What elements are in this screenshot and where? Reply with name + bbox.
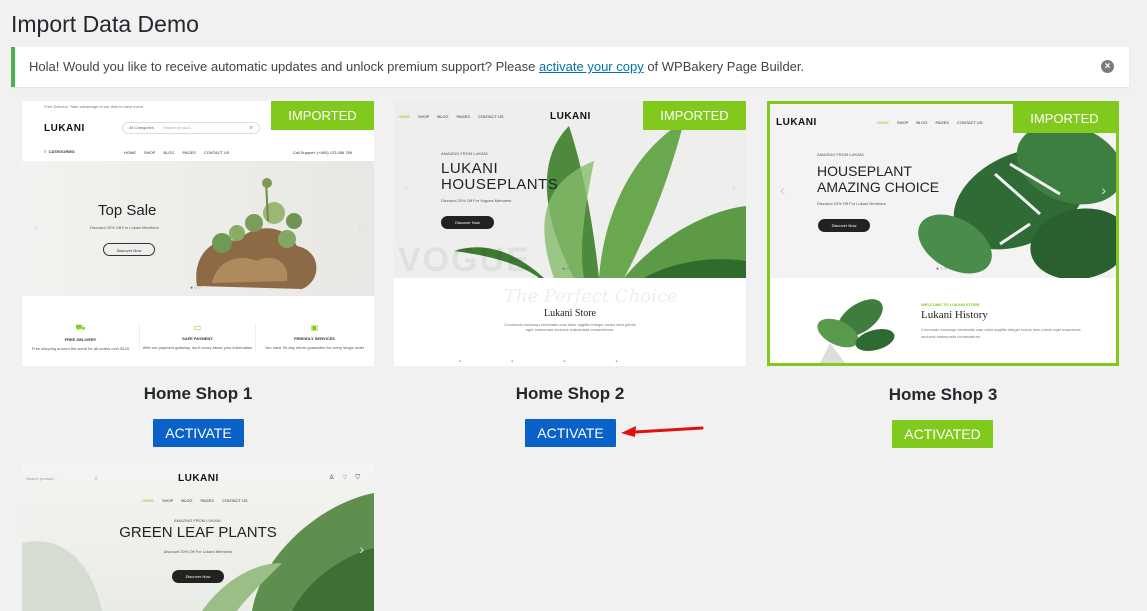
mock-section-title: Lukani Store — [544, 308, 596, 319]
search-icon: ⌕ — [94, 476, 98, 482]
notice-text: Hola! Would you like to receive automati… — [29, 59, 539, 74]
activate-button[interactable]: ACTIVATE — [525, 419, 616, 447]
heart-icon: ♡ — [342, 475, 348, 481]
mock-search-bar: All Categories Search product... ⌕ — [122, 122, 260, 134]
mock-call: Call Support: (+800) 123 456 789 — [292, 150, 352, 155]
slider-dots: ●○○ — [936, 266, 949, 272]
mock-history-section: WELCOME TO LUKANI STORE Lukani History C… — [770, 278, 1116, 363]
mock-script: The Perfect Choice — [504, 286, 678, 307]
mock-features: ⛟ FREE DELIVERY Free shipping around the w… — [22, 311, 374, 366]
mock-hero-line1: LUKANI — [441, 160, 499, 177]
mock-discover-button: Discover Now — [103, 243, 155, 256]
search-icon: ⌕ — [249, 125, 253, 131]
mock-nav: HOME SHOP BLOG PAGES CONTACT US — [142, 498, 248, 503]
activated-button[interactable]: ACTIVATED — [892, 420, 993, 448]
next-arrow-icon: › — [1101, 182, 1106, 198]
activate-copy-link[interactable]: activate your copy — [539, 59, 644, 74]
mock-header-icons: ♙ ♡ ⛉ — [329, 474, 368, 482]
plant-image — [196, 178, 317, 289]
imported-badge: IMPORTED — [271, 101, 374, 130]
next-arrow-icon: › — [357, 218, 362, 234]
mock-discover-button: Discover Now — [818, 219, 870, 232]
demo-thumbnail[interactable]: LUKANI HOME SHOP BLOG PAGES CONTACT US AMAZI… — [767, 101, 1119, 366]
mock-section-text: Commodo sociosqu venenatis cras dolor sa… — [504, 322, 636, 332]
mock-hero-line2: HOUSEPLANTS — [441, 176, 559, 193]
mock-hero-line1: HOUSEPLANT — [817, 163, 912, 179]
mock-nav: HOME SHOP BLOG PAGES CONTACT US — [877, 120, 983, 125]
imported-badge: IMPORTED — [643, 101, 746, 130]
mock-hero-line2: AMAZING CHOICE — [817, 179, 940, 195]
mock-kicker: AMAZING FROM LUKANI — [441, 151, 488, 156]
activate-button[interactable]: ACTIVATE — [153, 419, 244, 447]
mock-feature-icons: ▪▪▪▪ — [459, 359, 668, 365]
mock-hero-title: GREEN LEAF PLANTS — [119, 524, 277, 541]
demo-card-green-leaf: Search product... ⌕ LUKANI ♙ ♡ ⛉ HOME SHOP BL… — [22, 463, 374, 611]
slider-dots: ●○○ — [190, 285, 203, 291]
mock-discover-button: Discover Now — [441, 216, 494, 229]
mock-logo: LUKANI — [776, 117, 817, 128]
mock-categories-label: ≡ CATEGORIES — [44, 149, 75, 154]
card-icon: ▭ — [193, 323, 202, 332]
slider-dots: ●○○ — [562, 266, 575, 272]
demo-title: Home Shop 2 — [515, 384, 625, 403]
next-arrow-icon: › — [731, 179, 736, 195]
imported-badge: IMPORTED — [1013, 104, 1116, 133]
mock-nav: HOME SHOP BLOG PAGES CONTACT US — [124, 150, 230, 155]
prev-arrow-icon: ‹ — [34, 218, 39, 234]
mock-discover-button: Discover Now — [172, 570, 224, 583]
mock-watermark: VOGUE — [398, 241, 531, 278]
feature-delivery: ⛟ FREE DELIVERY Free shipping around the w… — [22, 323, 139, 351]
mock-hero-title: Top Sale — [98, 202, 157, 219]
mock-welcome: WELCOME TO LUKANI STORE — [921, 302, 980, 307]
demo-thumbnail[interactable]: HOME SHOP BLOG PAGES CONTACT US LUKANI AMAZI… — [394, 101, 746, 366]
mock-kicker: AMAZING FROM LUKANI — [174, 518, 221, 523]
mock-logo: LUKANI — [550, 111, 591, 122]
mock-section-title: Lukani History — [921, 309, 988, 321]
notice-text-end: of WPBakery Page Builder. — [643, 59, 805, 74]
update-notice: Hola! Would you like to receive automati… — [11, 47, 1129, 87]
demo-thumbnail[interactable]: Search product... ⌕ LUKANI ♙ ♡ ⛉ HOME SHOP BL… — [22, 463, 374, 611]
cart-icon: ⛉ — [355, 475, 360, 481]
user-icon: ♙ — [328, 475, 335, 481]
feature-services: ▣ FRIENDLY SERVICES You have 30-day return… — [256, 323, 373, 350]
mock-store-section: The Perfect Choice Lukani Store Commodo … — [394, 278, 746, 366]
mock-section-text: Commodo sociosqu venenatis cras dolor sa… — [921, 327, 1081, 339]
mock-categories: All Categories — [129, 125, 154, 130]
mock-hero-sub: Discount 20% Off For Lukani Members — [90, 225, 159, 230]
mock-kicker: AMAZING FROM LUKANI — [817, 152, 864, 157]
mock-search-placeholder: Search product... ⌕ — [26, 476, 98, 482]
mock-nav: HOME SHOP BLOG PAGES CONTACT US — [398, 114, 504, 119]
page-title: Import Data Demo — [11, 11, 199, 37]
red-arrow-annotation — [621, 426, 704, 437]
feature-payment: ▭ SAFE PAYMENT With our payment gateway, d… — [139, 323, 256, 350]
demo-title: Home Shop 1 — [143, 384, 253, 403]
truck-icon: ⛟ — [75, 323, 86, 332]
mock-hero: Top Sale Discount 20% Off For Lukani Mem… — [22, 161, 374, 296]
prev-arrow-icon: ‹ — [780, 182, 785, 198]
mock-logo: LUKANI — [178, 473, 219, 484]
gift-icon: ▣ — [310, 323, 319, 332]
mock-hero-sub: Discount 20% Off For Vogues Members — [441, 198, 512, 203]
mock-hero-sub: Discount 20% Off For Lukani Members — [163, 549, 233, 554]
mock-search-placeholder: Search product... — [163, 125, 194, 130]
plant-image — [817, 299, 895, 363]
prev-arrow-icon: ‹ — [32, 541, 37, 557]
demo-thumbnail[interactable]: Free Delivery: Take advantage of our tim… — [22, 101, 374, 366]
close-icon[interactable]: × — [1101, 60, 1114, 73]
mock-logo: LUKANI — [44, 123, 85, 134]
mock-hero-sub: Discount 20% Off For Lukani Members — [817, 201, 886, 206]
demo-title: Home Shop 3 — [888, 385, 998, 404]
prev-arrow-icon: ‹ — [404, 179, 409, 195]
next-arrow-icon: › — [359, 541, 364, 557]
